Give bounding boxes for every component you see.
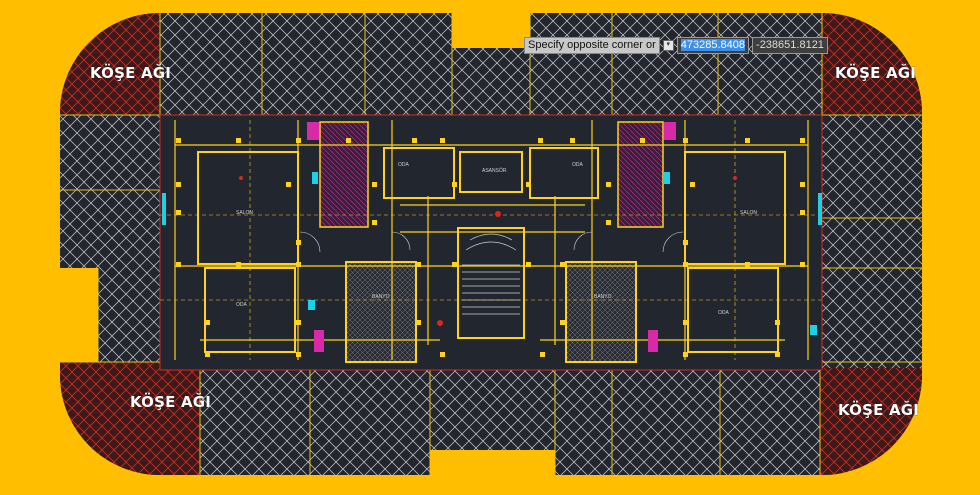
svg-text:ODA: ODA [572,162,584,168]
corner-net-top-left [60,13,160,115]
building-plan[interactable]: SALON SALON ODA ODA ODA ODA ASANSÖR BANY… [159,114,823,371]
corner-net-top-right [822,13,922,115]
svg-text:ODA: ODA [718,310,730,316]
svg-text:ODA: ODA [398,162,410,168]
cad-drawing-area[interactable]: SALON SALON ODA ODA ODA ODA ASANSÖR BANY… [0,0,980,490]
command-prompt: Specify opposite corner or [524,36,660,54]
corner-label-top-right: KÖŞE AĞI [835,64,917,82]
dynamic-input-tooltip[interactable]: Specify opposite corner or ▾ 473285.8408… [524,36,828,54]
svg-text:SALON: SALON [740,210,757,216]
corner-label-bottom-right: KÖŞE AĞI [838,401,920,419]
svg-text:ODA: ODA [236,302,248,308]
corner-net-bottom-left [60,362,200,475]
corner-label-bottom-left: KÖŞE AĞI [130,393,212,411]
corner-net-bottom-right [820,368,922,475]
down-arrow-icon[interactable]: ▾ [662,39,674,51]
svg-text:BANYO: BANYO [594,294,612,300]
corner-label-top-left: KÖŞE AĞI [90,64,172,82]
svg-text:ASANSÖR: ASANSÖR [482,167,507,174]
svg-text:SALON: SALON [236,210,253,216]
x-coordinate-value: 473285.8408 [680,38,746,51]
svg-text:BANYO: BANYO [372,294,390,300]
x-coordinate-input[interactable]: 473285.8408 [676,36,750,54]
y-coordinate-input[interactable]: -238651.8121 [752,36,828,54]
